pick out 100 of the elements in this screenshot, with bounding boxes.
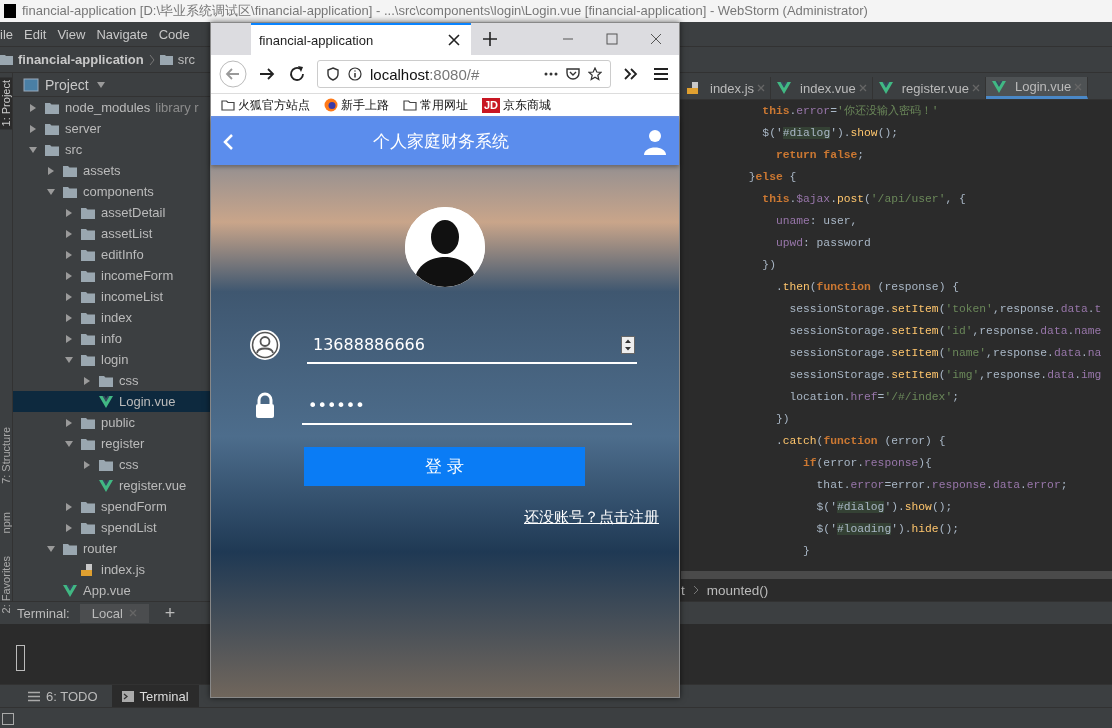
folder-icon <box>221 98 235 112</box>
code-line: .catch(function (error) { <box>774 434 947 449</box>
bookmark-logo: JD <box>482 97 501 113</box>
password-input[interactable]: •••••• <box>302 387 632 425</box>
tool-window-button[interactable]: Terminal <box>111 685 199 707</box>
code-line: }else { <box>747 170 798 185</box>
tree-item[interactable]: router <box>13 538 211 559</box>
tool-window-button[interactable]: 6: TODO <box>18 685 108 707</box>
tree-item[interactable]: Login.vue <box>13 391 211 412</box>
menu-item[interactable]: View <box>57 26 86 42</box>
reload-icon[interactable] <box>287 64 307 84</box>
tree-label: editInfo <box>101 247 144 262</box>
tree-item[interactable]: info <box>13 328 211 349</box>
tree-item[interactable]: assetDetail <box>13 202 211 223</box>
folder-icon <box>0 54 13 65</box>
tree-item[interactable]: css <box>13 370 211 391</box>
maximize-icon[interactable] <box>605 32 619 46</box>
tree-item[interactable]: incomeForm <box>13 265 211 286</box>
tree-item[interactable]: spendForm <box>13 496 211 517</box>
tree-label: index.js <box>101 562 146 577</box>
tree-item[interactable]: public <box>13 412 211 433</box>
vue-icon <box>98 478 114 493</box>
bookmark[interactable]: 火狐官方站点 <box>221 96 310 114</box>
tree-item[interactable]: components <box>13 181 211 202</box>
app-icon <box>4 4 16 18</box>
folder-icon <box>80 310 96 325</box>
tree-item[interactable]: spendList <box>13 517 211 538</box>
tree-item[interactable]: login <box>13 349 211 370</box>
menu-item[interactable]: Edit <box>24 26 47 42</box>
folder-icon <box>98 373 114 388</box>
bookmark[interactable]: 新手上路 <box>324 96 389 114</box>
browser-tab[interactable]: financial-application <box>251 23 471 55</box>
folder-icon <box>80 520 96 535</box>
address-bar[interactable]: localhost:8080/# <box>317 60 611 88</box>
vue-icon <box>776 81 793 95</box>
breadcrumb-item[interactable]: financial-application <box>18 52 144 67</box>
info-icon <box>348 67 362 81</box>
bookmark[interactable]: 常用网址 <box>403 96 468 114</box>
code-line: }) <box>774 412 791 427</box>
code-line: if(error.response){ <box>802 456 933 471</box>
code-line: $('#dialog').show(); <box>815 500 954 515</box>
tree-label: components <box>83 184 154 199</box>
menu-item[interactable]: Code <box>158 26 190 42</box>
code-line: $('#loading').hide(); <box>815 522 960 537</box>
terminal-icon <box>121 690 134 702</box>
terminal-tab[interactable]: Local <box>79 603 149 623</box>
menu-item[interactable]: ile <box>0 26 13 42</box>
code-line: .then(function (response) { <box>774 280 960 295</box>
code-line: this.error='你还没输入密码！' <box>761 104 940 119</box>
close-icon[interactable] <box>447 33 461 47</box>
tree-label: assetList <box>101 226 153 241</box>
tree-label: src <box>65 142 83 157</box>
tree-item[interactable]: incomeList <box>13 286 211 307</box>
tree-item[interactable]: editInfo <box>13 244 211 265</box>
tree-label: App.vue <box>83 583 131 598</box>
tree-item[interactable]: register <box>13 433 211 454</box>
tree-item[interactable]: register.vue <box>13 475 211 496</box>
tree-label: router <box>83 541 117 556</box>
editor-tab[interactable]: Login.vue <box>985 77 1089 99</box>
tree-item[interactable]: index <box>13 307 211 328</box>
new-tab-icon[interactable] <box>483 32 497 46</box>
panel-toggle-icon[interactable] <box>2 713 14 725</box>
tree-label: incomeForm <box>101 268 174 283</box>
panel-title[interactable]: Project <box>45 76 89 93</box>
new-terminal-button[interactable]: + <box>158 602 182 624</box>
breadcrumb-item[interactable]: mounted() <box>706 582 769 598</box>
tree-item[interactable]: server <box>13 118 211 139</box>
folder-icon <box>44 100 60 115</box>
tool-window-tab[interactable]: 7: Structure <box>0 427 12 485</box>
tool-window-tab[interactable]: 2: Favorites <box>0 555 12 614</box>
spinner-icon[interactable] <box>621 336 635 354</box>
tree-label: register <box>101 436 145 451</box>
tree-item[interactable]: index.js <box>13 559 211 580</box>
user-icon[interactable] <box>643 128 667 155</box>
tool-window-tab[interactable]: npm <box>0 512 12 534</box>
menu-item[interactable]: Navigate <box>96 26 148 42</box>
tree-label: spendList <box>101 520 157 535</box>
tree-item[interactable]: assetList <box>13 223 211 244</box>
tool-window-tab[interactable]: 1: Project <box>0 77 12 130</box>
tree-item[interactable]: node_modules library r <box>13 97 211 118</box>
breadcrumb-item[interactable]: t <box>681 582 685 598</box>
pocket-icon[interactable] <box>566 67 580 81</box>
tree-label: Login.vue <box>119 394 176 409</box>
tree-item[interactable]: css <box>13 454 211 475</box>
chevron-icon <box>692 585 699 595</box>
register-link[interactable]: 还没账号？点击注册 <box>524 508 659 527</box>
tree-item[interactable]: App.vue <box>13 580 211 601</box>
breadcrumb-item[interactable]: src <box>177 52 196 67</box>
code-line: sessionStorage.setItem('img',response.data.img <box>788 368 1103 383</box>
tree-item[interactable]: assets <box>13 160 211 181</box>
back-icon[interactable] <box>219 60 247 88</box>
horizontal-scrollbar[interactable] <box>681 571 1112 579</box>
star-icon[interactable] <box>588 67 602 81</box>
user-icon <box>249 329 281 361</box>
tree-label: node_modules <box>65 100 151 115</box>
login-button[interactable]: 登 录 <box>304 447 585 486</box>
tree-item[interactable]: src <box>13 139 211 160</box>
vue-icon <box>98 394 114 409</box>
bookmark[interactable]: JD 京东商城 <box>482 96 552 114</box>
code-line: return false; <box>774 148 866 163</box>
